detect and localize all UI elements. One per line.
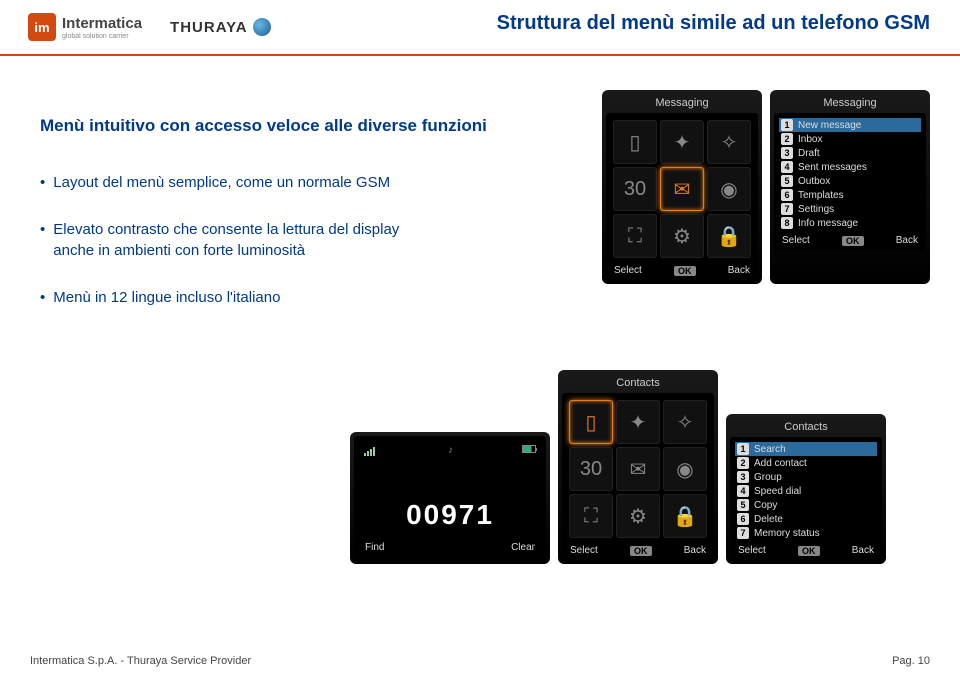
phone-screen-dial: ♪ 00971 Find Clear	[350, 432, 550, 564]
footer-left: Intermatica S.p.A. - Thuraya Service Pro…	[30, 655, 251, 667]
softkey-left: Select	[782, 235, 810, 246]
softkey-left: Select	[614, 265, 642, 276]
phone-screen-contacts-grid: Contacts ▯ ✦ ✧ 30 ✉ ◉ ⛶ ⚙ 🔒 Select OK Ba…	[558, 370, 718, 564]
softkey-ok: OK	[674, 266, 696, 276]
menu-item: 2Inbox	[779, 132, 921, 146]
im-badge-icon: im	[28, 13, 56, 41]
messaging-icon: ✉	[660, 167, 704, 211]
softkey-ok: OK	[798, 546, 820, 556]
phone-screen-messaging-grid: Messaging ▯ ✦ ✧ 30 ✉ ◉ ⛶ ⚙ 🔒 Select OK B…	[602, 90, 762, 284]
softkey-ok: OK	[630, 546, 652, 556]
softkey-ok: OK	[842, 236, 864, 246]
organizer-icon: ✦	[660, 120, 704, 164]
calendar-icon: 30	[569, 447, 613, 491]
organizer-icon: ✦	[616, 400, 660, 444]
contacts-icon: ▯	[569, 400, 613, 444]
page-title: Struttura del menù simile ad un telefono…	[497, 12, 930, 35]
menu-item: 3Draft	[779, 146, 921, 160]
softkey-right: Back	[852, 545, 874, 556]
battery-icon	[522, 445, 536, 453]
softkey-right: Back	[728, 265, 750, 276]
bullet-item: Elevato contrasto che consente la lettur…	[40, 219, 440, 261]
settings-icon: ⚙	[660, 214, 704, 258]
sound-icon: ◉	[707, 167, 751, 211]
calendar-icon: 30	[613, 167, 657, 211]
intermatica-text: Intermatica	[62, 15, 142, 32]
screen-title: Messaging	[606, 94, 758, 113]
softkey-left: Select	[570, 545, 598, 556]
softkey-left: Find	[365, 542, 384, 553]
menu-item: 6Delete	[735, 512, 877, 526]
softkey-right: Clear	[511, 542, 535, 553]
menu-item: 6Templates	[779, 188, 921, 202]
settings-icon: ⚙	[616, 494, 660, 538]
softkey-left: Select	[738, 545, 766, 556]
menu-item: 7Memory status	[735, 526, 877, 540]
bullet-item: Menù in 12 lingue incluso l'italiano	[40, 287, 440, 308]
sound-icon: ◉	[663, 447, 707, 491]
security-icon: 🔒	[707, 214, 751, 258]
footer-right: Pag. 10	[892, 655, 930, 667]
messaging-icon: ✉	[616, 447, 660, 491]
page-footer: Intermatica S.p.A. - Thuraya Service Pro…	[30, 655, 930, 667]
phone-screen-contacts-list: Contacts 1Search 2Add contact 3Group 4Sp…	[726, 414, 886, 564]
globe-icon	[253, 18, 271, 36]
dial-number: 00971	[360, 459, 540, 539]
net-icon: ⛶	[569, 494, 613, 538]
navigation-icon: ✧	[707, 120, 751, 164]
menu-item: 8Info message	[779, 216, 921, 230]
menu-item: 3Group	[735, 470, 877, 484]
intermatica-subtext: global solution carrier	[62, 33, 142, 40]
thuraya-text: THURAYA	[170, 19, 248, 36]
thuraya-logo: THURAYA	[170, 18, 271, 36]
menu-item: 4Speed dial	[735, 484, 877, 498]
menu-item: 1Search	[735, 442, 877, 456]
contacts-icon: ▯	[613, 120, 657, 164]
menu-item: 1New message	[779, 118, 921, 132]
phone-screen-messaging-list: Messaging 1New message 2Inbox 3Draft 4Se…	[770, 90, 930, 284]
menu-item: 5Copy	[735, 498, 877, 512]
softkey-right: Back	[684, 545, 706, 556]
net-icon: ⛶	[613, 214, 657, 258]
signal-icon	[364, 445, 375, 456]
bullet-item: Layout del menù semplice, come un normal…	[40, 172, 440, 193]
screen-title: Contacts	[730, 418, 882, 437]
note-icon: ♪	[448, 445, 453, 456]
menu-item: 2Add contact	[735, 456, 877, 470]
screen-title: Contacts	[562, 374, 714, 393]
screen-title: Messaging	[774, 94, 926, 113]
menu-item: 4Sent messages	[779, 160, 921, 174]
navigation-icon: ✧	[663, 400, 707, 444]
security-icon: 🔒	[663, 494, 707, 538]
menu-item: 7Settings	[779, 202, 921, 216]
menu-item: 5Outbox	[779, 174, 921, 188]
softkey-right: Back	[896, 235, 918, 246]
intermatica-logo: im Intermatica global solution carrier	[28, 13, 142, 41]
